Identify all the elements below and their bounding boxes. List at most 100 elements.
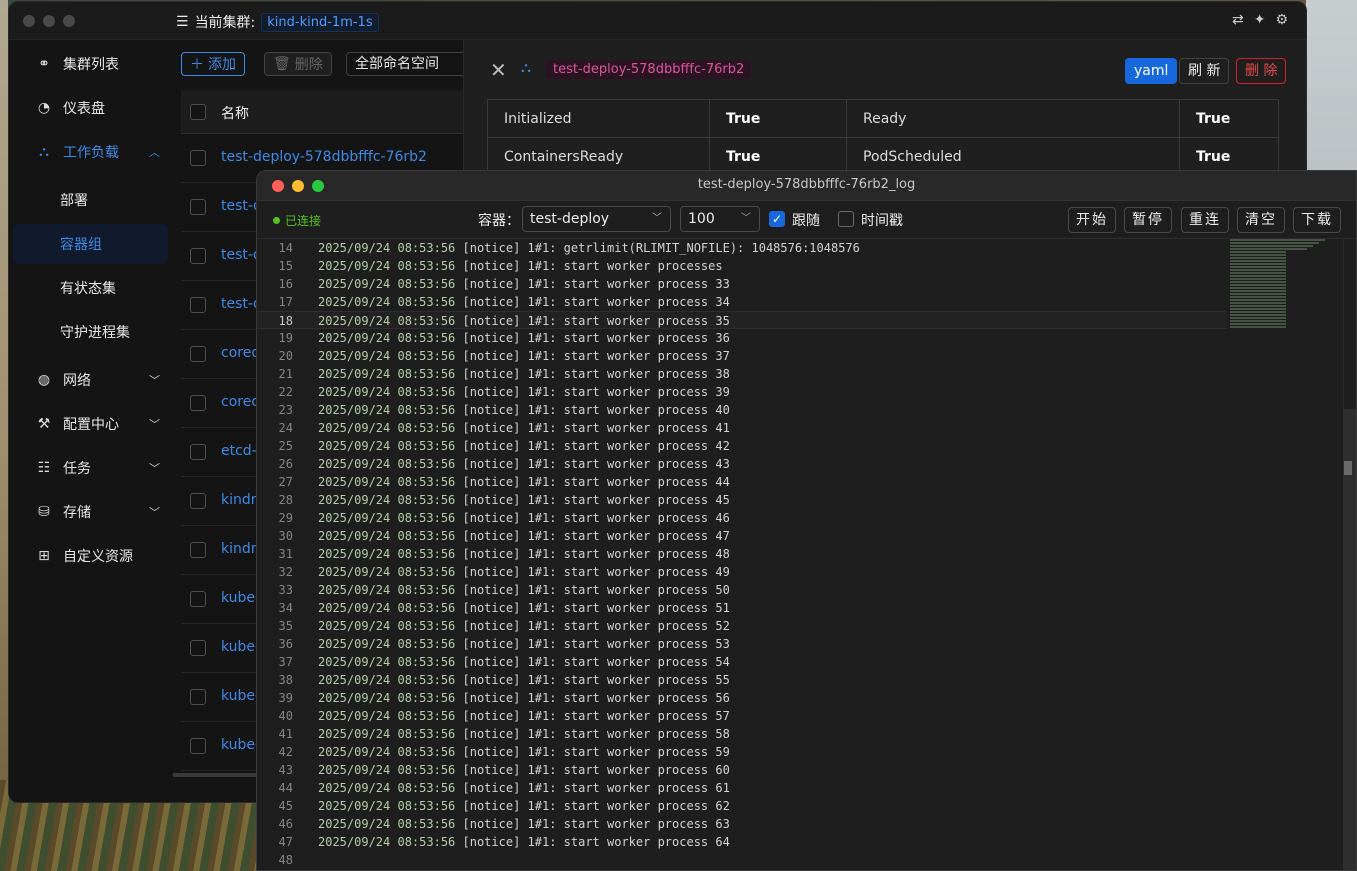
minimap-line bbox=[1230, 290, 1286, 292]
sidebar-item-label: 网络 bbox=[63, 373, 91, 389]
log-text: 2025/09/24 08:53:56 [notice] 1#1: start … bbox=[318, 779, 730, 797]
refresh-button[interactable]: 刷 新 bbox=[1179, 58, 1230, 84]
minimap-line bbox=[1230, 314, 1286, 316]
log-timestamp: 2025/09/24 08:53:56 bbox=[318, 439, 456, 453]
reconnect-button[interactable]: 重连 bbox=[1181, 207, 1229, 233]
follow-checkbox[interactable]: ✓ bbox=[769, 211, 785, 227]
maximize-window-button[interactable] bbox=[312, 180, 324, 192]
log-level: [notice] bbox=[455, 349, 528, 363]
container-select[interactable]: test-deploy ﹀ bbox=[522, 206, 671, 232]
magic-wand-icon[interactable]: ✦ bbox=[1254, 12, 1266, 28]
minimap-line bbox=[1230, 278, 1286, 280]
log-text: 2025/09/24 08:53:56 [notice] 1#1: start … bbox=[318, 563, 730, 581]
add-button[interactable]: ＋ 添加 bbox=[181, 52, 245, 76]
log-line: 17 2025/09/24 08:53:56 [notice] 1#1: star… bbox=[257, 293, 1227, 311]
log-line: 45 2025/09/24 08:53:56 [notice] 1#1: star… bbox=[257, 797, 1227, 815]
namespace-select[interactable]: 全部命名空间 bbox=[346, 52, 476, 76]
row-checkbox[interactable] bbox=[190, 640, 206, 656]
row-checkbox[interactable] bbox=[190, 297, 206, 313]
log-text: 2025/09/24 08:53:56 [notice] 1#1: start … bbox=[318, 833, 730, 851]
row-checkbox[interactable] bbox=[190, 738, 206, 754]
log-line: 21 2025/09/24 08:53:56 [notice] 1#1: star… bbox=[257, 365, 1227, 383]
log-level: [notice] bbox=[455, 709, 528, 723]
log-level: [notice] bbox=[455, 691, 528, 705]
download-button[interactable]: 下载 bbox=[1293, 207, 1341, 233]
start-button[interactable]: 开始 bbox=[1068, 207, 1116, 233]
line-number: 31 bbox=[278, 547, 293, 561]
maximize-window-button[interactable] bbox=[63, 15, 75, 27]
clear-button[interactable]: 清空 bbox=[1237, 207, 1285, 233]
log-text: 2025/09/24 08:53:56 [notice] 1#1: start … bbox=[318, 761, 730, 779]
log-timestamp: 2025/09/24 08:53:56 bbox=[318, 619, 456, 633]
minimize-window-button[interactable] bbox=[292, 180, 304, 192]
log-level: [notice] bbox=[455, 314, 528, 328]
translate-icon[interactable]: ⇄ bbox=[1232, 12, 1244, 28]
sidebar-item-label: 集群列表 bbox=[63, 57, 119, 73]
sidebar-subitem-deployments[interactable]: 部署 bbox=[13, 180, 168, 220]
pause-button[interactable]: 暂停 bbox=[1124, 207, 1172, 233]
log-timestamp: 2025/09/24 08:53:56 bbox=[318, 277, 456, 291]
log-level: [notice] bbox=[455, 601, 528, 615]
close-icon[interactable]: ✕ bbox=[490, 58, 507, 82]
connection-status: 已连接 bbox=[273, 212, 321, 229]
select-all-checkbox[interactable] bbox=[190, 104, 206, 120]
editor-minimap[interactable] bbox=[1230, 239, 1328, 331]
log-level: [notice] bbox=[455, 421, 528, 435]
row-checkbox[interactable] bbox=[190, 542, 206, 558]
line-number: 20 bbox=[278, 349, 293, 363]
tail-lines-select[interactable]: 100 ﹀ bbox=[680, 206, 760, 232]
log-text: 2025/09/24 08:53:56 [notice] 1#1: start … bbox=[318, 275, 730, 293]
sidebar-subitem-daemonsets[interactable]: 守护进程集 bbox=[13, 312, 168, 352]
delete-pod-button[interactable]: 删 除 bbox=[1236, 58, 1287, 84]
row-checkbox[interactable] bbox=[190, 199, 206, 215]
settings-gear-icon[interactable]: ⚙ bbox=[1275, 12, 1288, 28]
sidebar-item-custom-resources[interactable]: ⊞ 自定义资源 bbox=[13, 536, 168, 576]
column-header-name: 名称 bbox=[221, 106, 249, 122]
log-message: 1#1: start worker processes bbox=[527, 259, 723, 273]
sidebar-item-jobs[interactable]: ☷ 任务 ﹀ bbox=[13, 448, 168, 488]
log-text: 2025/09/24 08:53:56 [notice] 1#1: start … bbox=[318, 653, 730, 671]
log-message: 1#1: getrlimit(RLIMIT_NOFILE): 1048576:1… bbox=[527, 241, 860, 255]
sidebar-item-dashboard[interactable]: ◔ 仪表盘 bbox=[13, 88, 168, 128]
sidebar-item-storage[interactable]: ⛁ 存储 ﹀ bbox=[13, 492, 168, 532]
line-number: 42 bbox=[278, 745, 293, 759]
log-timestamp: 2025/09/24 08:53:56 bbox=[318, 709, 456, 723]
sidebar-subitem-pods[interactable]: 容器组 bbox=[13, 224, 168, 264]
timestamp-checkbox[interactable] bbox=[838, 211, 854, 227]
delete-button[interactable]: 🗑 删除 bbox=[264, 52, 332, 76]
cluster-name-tag[interactable]: kind-kind-1m-1s bbox=[261, 12, 379, 32]
task-icon: ☷ bbox=[37, 460, 51, 476]
pod-name-link[interactable]: test-deploy-578dbbfffc-76rb2 bbox=[221, 149, 427, 165]
row-checkbox[interactable] bbox=[190, 346, 206, 362]
log-line: 16 2025/09/24 08:53:56 [notice] 1#1: star… bbox=[257, 275, 1227, 293]
log-line: 39 2025/09/24 08:53:56 [notice] 1#1: star… bbox=[257, 689, 1227, 707]
close-window-button[interactable] bbox=[272, 180, 284, 192]
row-checkbox[interactable] bbox=[190, 444, 206, 460]
sidebar-subitem-statefulsets[interactable]: 有状态集 bbox=[13, 268, 168, 308]
row-checkbox[interactable] bbox=[190, 493, 206, 509]
log-message: 1#1: start worker process 49 bbox=[527, 565, 730, 579]
log-timestamp: 2025/09/24 08:53:56 bbox=[318, 367, 456, 381]
log-editor[interactable]: 14 2025/09/24 08:53:56 [notice] 1#1: getr… bbox=[257, 239, 1343, 870]
row-checkbox[interactable] bbox=[190, 395, 206, 411]
close-window-button[interactable] bbox=[23, 15, 35, 27]
menu-toggle-icon[interactable]: ☰ bbox=[176, 14, 189, 30]
row-checkbox[interactable] bbox=[190, 248, 206, 264]
row-checkbox[interactable] bbox=[190, 689, 206, 705]
config-icon: ⚒ bbox=[37, 416, 51, 432]
log-level: [notice] bbox=[455, 727, 528, 741]
sidebar-item-cluster-list[interactable]: ⚭ 集群列表 bbox=[13, 44, 168, 84]
minimap-line bbox=[1230, 299, 1286, 301]
minimize-window-button[interactable] bbox=[43, 15, 55, 27]
scrollbar-thumb[interactable] bbox=[1343, 409, 1356, 870]
sidebar-item-config[interactable]: ⚒ 配置中心 ﹀ bbox=[13, 404, 168, 444]
top-right-icons: ⇄ ✦ ⚙ bbox=[1232, 12, 1288, 28]
row-checkbox[interactable] bbox=[190, 150, 206, 166]
row-checkbox[interactable] bbox=[190, 591, 206, 607]
yaml-button[interactable]: yaml bbox=[1125, 58, 1178, 84]
log-message: 1#1: start worker process 58 bbox=[527, 727, 730, 741]
sidebar-item-network[interactable]: ◍ 网络 ﹀ bbox=[13, 360, 168, 400]
sidebar-item-workload[interactable]: ⛬ 工作负载 ︿ bbox=[13, 132, 168, 172]
minimap-line bbox=[1230, 242, 1319, 244]
log-message: 1#1: start worker process 64 bbox=[527, 835, 730, 849]
